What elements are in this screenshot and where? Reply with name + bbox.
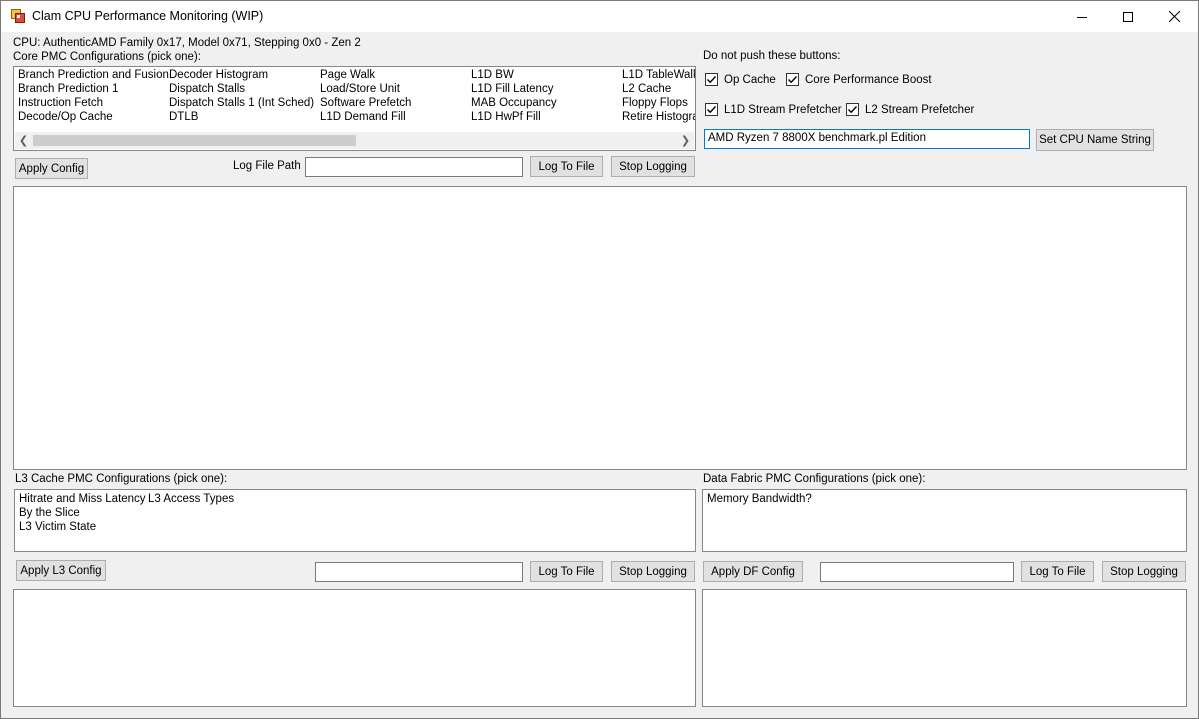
checkmark-icon [788, 76, 798, 84]
l2-stream-prefetcher-checkbox[interactable]: L2 Stream Prefetcher [846, 103, 974, 116]
list-item[interactable]: Software Prefetch [320, 96, 411, 110]
title-bar[interactable]: Clam CPU Performance Monitoring (WIP) [1, 1, 1198, 32]
core-pmc-listbox[interactable]: Branch Prediction and Fusion Branch Pred… [13, 66, 696, 151]
core-output-panel[interactable] [13, 186, 1187, 470]
checkbox-box[interactable] [705, 103, 718, 116]
stop-logging-button[interactable]: Stop Logging [611, 156, 695, 177]
df-log-to-file-button[interactable]: Log To File [1021, 561, 1094, 582]
apply-l3-config-button[interactable]: Apply L3 Config [16, 560, 106, 581]
maximize-icon [1123, 11, 1133, 22]
list-item[interactable]: By the Slice [19, 506, 146, 520]
checkmark-icon [707, 106, 717, 114]
l1d-stream-prefetcher-checkbox[interactable]: L1D Stream Prefetcher [705, 103, 842, 116]
cpu-info-label: CPU: AuthenticAMD Family 0x17, Model 0x7… [13, 37, 361, 49]
scrollbar-thumb[interactable] [33, 135, 356, 146]
l3-stop-logging-button[interactable]: Stop Logging [611, 561, 695, 582]
l3-log-file-path-input[interactable] [315, 562, 523, 582]
df-stop-logging-button[interactable]: Stop Logging [1102, 561, 1186, 582]
list-item[interactable]: MAB Occupancy [471, 96, 557, 110]
list-item[interactable]: L1D TableWalk [622, 68, 695, 82]
list-item[interactable]: Retire Histogram [622, 110, 695, 124]
df-pmc-column: Memory Bandwidth? [707, 492, 812, 506]
minimize-icon [1077, 16, 1087, 18]
main-window: Clam CPU Performance Monitoring (WIP) CP… [0, 0, 1199, 719]
list-item[interactable]: Dispatch Stalls 1 (Int Sched) [169, 96, 314, 110]
apply-config-button[interactable]: Apply Config [15, 158, 88, 179]
scroll-right-icon[interactable]: ❯ [677, 132, 694, 149]
list-item[interactable]: Branch Prediction and Fusion [18, 68, 169, 82]
l3-pmc-listbox[interactable]: Hitrate and Miss Latency By the Slice L3… [14, 489, 696, 552]
log-file-path-label: Log File Path [233, 160, 301, 172]
l3-pmc-column: L3 Access Types [148, 492, 234, 506]
list-item[interactable]: Load/Store Unit [320, 82, 411, 96]
list-item[interactable]: Page Walk [320, 68, 411, 82]
close-button[interactable] [1151, 1, 1197, 32]
l3-pmc-column: Hitrate and Miss Latency By the Slice L3… [19, 492, 146, 534]
list-item[interactable]: Instruction Fetch [18, 96, 169, 110]
checkbox-label: Core Performance Boost [805, 73, 932, 86]
checkbox-box[interactable] [786, 73, 799, 86]
list-item[interactable]: L1D HwPf Fill [471, 110, 557, 124]
df-pmc-listbox[interactable]: Memory Bandwidth? [702, 489, 1187, 552]
checkmark-icon [848, 106, 858, 114]
core-pmc-column: Page Walk Load/Store Unit Software Prefe… [320, 68, 411, 124]
list-item[interactable]: L1D BW [471, 68, 557, 82]
list-item[interactable]: L3 Victim State [19, 520, 146, 534]
scroll-left-icon[interactable]: ❮ [15, 132, 32, 149]
checkbox-label: L2 Stream Prefetcher [865, 103, 975, 116]
op-cache-checkbox[interactable]: Op Cache [705, 73, 776, 86]
log-file-path-input[interactable] [305, 157, 523, 177]
df-log-file-path-input[interactable] [820, 562, 1014, 582]
app-icon [11, 9, 25, 23]
core-pmc-column: Decoder Histogram Dispatch Stalls Dispat… [169, 68, 314, 124]
checkbox-box[interactable] [705, 73, 718, 86]
l3-log-to-file-button[interactable]: Log To File [530, 561, 603, 582]
l3-pmc-label: L3 Cache PMC Configurations (pick one): [15, 473, 228, 485]
checkbox-label: Op Cache [724, 73, 776, 86]
apply-df-config-button[interactable]: Apply DF Config [703, 561, 803, 582]
set-cpu-name-button[interactable]: Set CPU Name String [1036, 129, 1154, 151]
list-item[interactable]: DTLB [169, 110, 314, 124]
list-item[interactable]: Memory Bandwidth? [707, 492, 812, 506]
l3-output-panel[interactable] [13, 589, 696, 707]
list-item[interactable]: Branch Prediction 1 [18, 82, 169, 96]
list-item[interactable]: L1D Demand Fill [320, 110, 411, 124]
list-item[interactable]: Decoder Histogram [169, 68, 314, 82]
list-item[interactable]: Dispatch Stalls [169, 82, 314, 96]
tweaks-label: Do not push these buttons: [703, 50, 841, 62]
list-item[interactable]: L2 Cache [622, 82, 695, 96]
checkbox-label: L1D Stream Prefetcher [724, 103, 842, 116]
df-pmc-label: Data Fabric PMC Configurations (pick one… [703, 473, 926, 485]
checkbox-box[interactable] [846, 103, 859, 116]
cpu-name-input[interactable]: AMD Ryzen 7 8800X benchmark.pl Edition [704, 129, 1030, 149]
minimize-button[interactable] [1059, 1, 1105, 32]
list-item[interactable]: L3 Access Types [148, 492, 234, 506]
list-item[interactable]: L1D Fill Latency [471, 82, 557, 96]
list-item[interactable]: Floppy Flops [622, 96, 695, 110]
core-pmc-column: L1D BW L1D Fill Latency MAB Occupancy L1… [471, 68, 557, 124]
core-pmc-column: Branch Prediction and Fusion Branch Pred… [18, 68, 169, 124]
list-item[interactable]: Decode/Op Cache [18, 110, 169, 124]
df-output-panel[interactable] [702, 589, 1187, 707]
log-to-file-button[interactable]: Log To File [530, 156, 603, 177]
maximize-button[interactable] [1105, 1, 1151, 32]
window-title: Clam CPU Performance Monitoring (WIP) [32, 9, 264, 23]
horizontal-scrollbar[interactable]: ❮ ❯ [15, 132, 694, 149]
core-pmc-label: Core PMC Configurations (pick one): [13, 51, 201, 63]
core-pmc-column: L1D TableWalk L2 Cache Floppy Flops Reti… [622, 68, 695, 124]
core-performance-boost-checkbox[interactable]: Core Performance Boost [786, 73, 932, 86]
close-icon [1168, 11, 1180, 22]
list-item[interactable]: Hitrate and Miss Latency [19, 492, 146, 506]
checkmark-icon [707, 76, 717, 84]
